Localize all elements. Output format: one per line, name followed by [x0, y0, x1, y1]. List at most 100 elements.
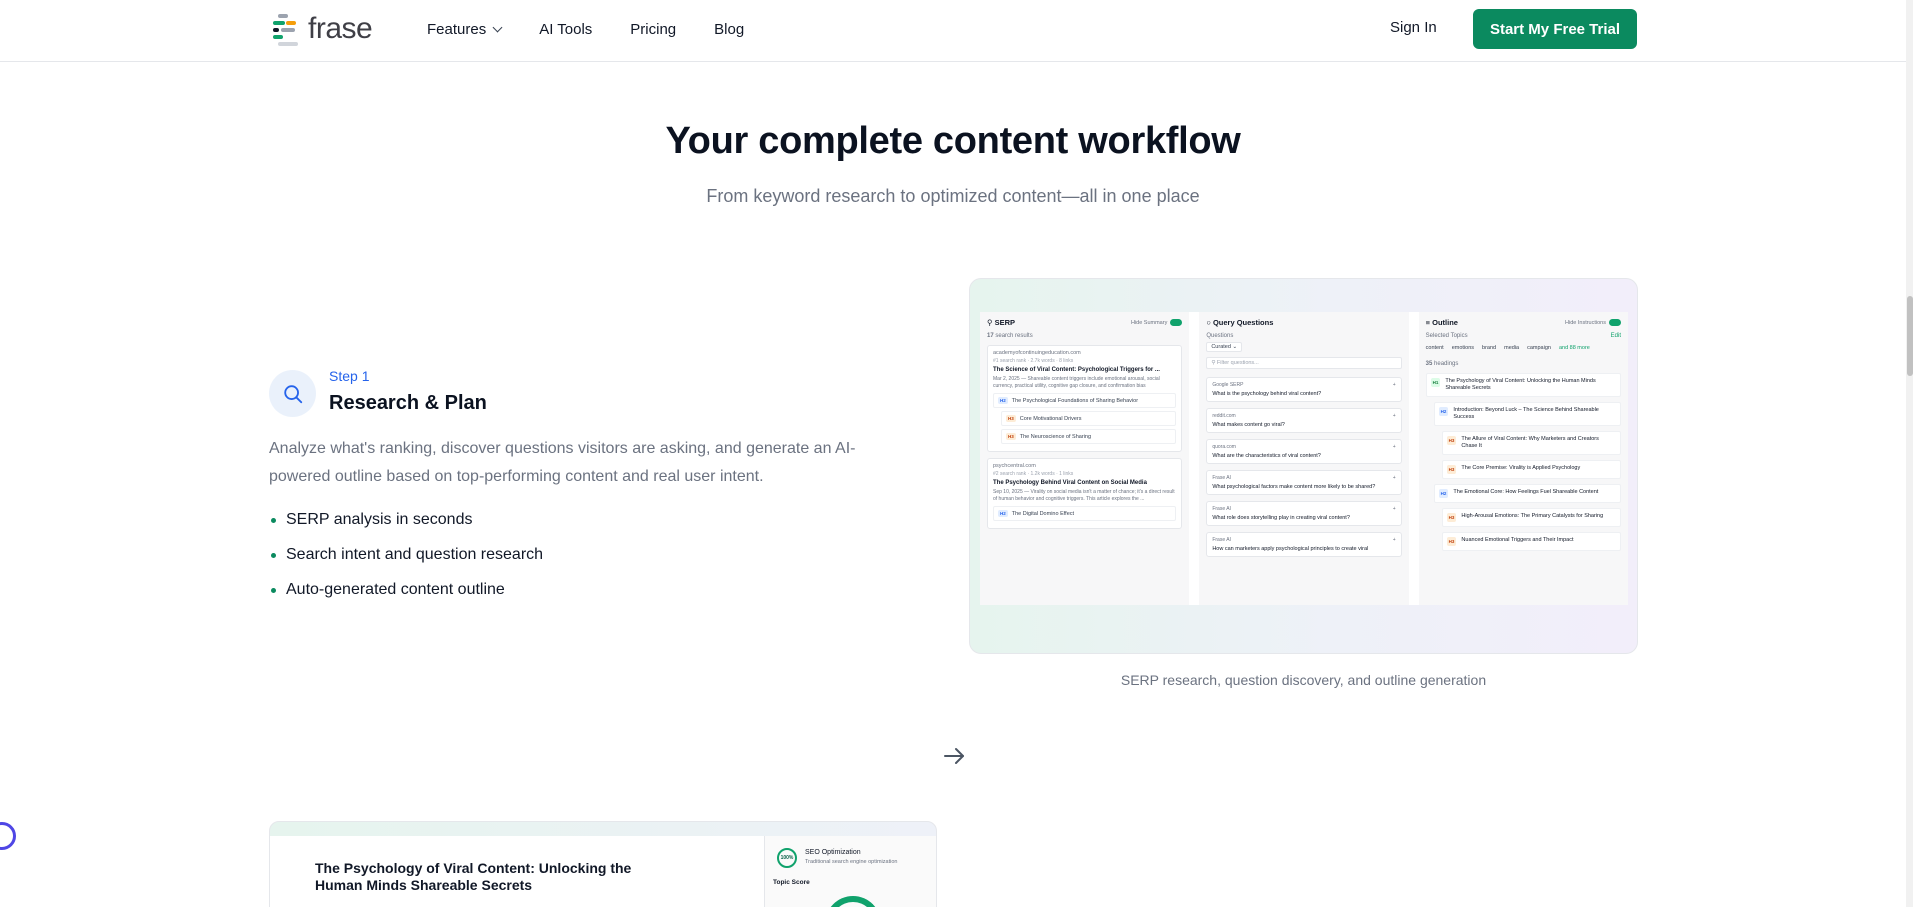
question-item[interactable]: Google SERP + What is the psychology behin…: [1206, 377, 1402, 402]
outline-title: Outline: [1432, 318, 1458, 327]
heading-level-tag: H3: [1446, 513, 1457, 522]
add-icon[interactable]: +: [1393, 506, 1396, 512]
more-topics-link[interactable]: and 88 more: [1559, 345, 1590, 351]
heading-row: H2 The Digital Domino Effect: [993, 506, 1177, 521]
serp-count: 17 search results: [987, 333, 1182, 339]
serp-panel: ⚲ SERP Hide Summary 17 search results ac…: [980, 312, 1190, 605]
serp-count-label: search results: [995, 333, 1033, 339]
heading-level-tag: H2: [1438, 407, 1449, 416]
preview-screenshot: ⚲ SERP Hide Summary 17 search results ac…: [980, 312, 1628, 605]
questions-filter-select[interactable]: Curated ⌄: [1206, 342, 1243, 352]
chevron-down-icon: [492, 22, 503, 32]
headings-count-value: 35: [1425, 361, 1433, 367]
serp-count-value: 17: [987, 333, 994, 339]
outline-row[interactable]: H1 The Psychology of Viral Content: Unloc…: [1425, 373, 1621, 397]
step-description: Analyze what's ranking, discover questio…: [269, 440, 856, 485]
question-text: What are the characteristics of viral co…: [1212, 453, 1321, 459]
outline-text: The Allure of Viral Content: Why Markete…: [1461, 436, 1599, 449]
add-icon[interactable]: +: [1393, 413, 1396, 419]
feature-list: SERP analysis in seconds Search intent a…: [269, 508, 543, 613]
questions-title: Query Questions: [1212, 318, 1274, 327]
nav-blog-label: Blog: [714, 20, 745, 38]
nav-features[interactable]: Features: [427, 20, 503, 38]
topics-label: Selected Topics: [1425, 333, 1468, 339]
add-icon[interactable]: +: [1393, 382, 1396, 388]
result-snippet: Sep 10, 2025 — Virality on social media …: [993, 489, 1175, 502]
start-free-trial-button[interactable]: Start My Free Trial: [1473, 9, 1637, 49]
site-header: frase Features AI Tools Pricing Blog Sig…: [0, 0, 1913, 62]
outline-row[interactable]: H3 The Core Premise: Virality is Applied …: [1441, 460, 1621, 479]
result-meta: #1 search rank · 2.7k words · 8 links: [993, 358, 1074, 364]
serp-result[interactable]: academyofcontinuingeducation.com #1 sear…: [987, 345, 1183, 452]
toggle-switch[interactable]: [1608, 319, 1621, 326]
topic-score-gauge: [825, 896, 881, 907]
section-title: Your complete content workflow: [665, 120, 1241, 162]
add-icon[interactable]: +: [1393, 537, 1396, 543]
result-meta: #2 search rank · 1.2k words · 1 links: [993, 471, 1074, 477]
seo-title: SEO Optimization: [805, 849, 861, 856]
frase-logo-icon: [270, 12, 304, 46]
sign-in-link[interactable]: Sign In: [1390, 19, 1437, 36]
outline-text: The Psychology of Viral Content: Unlocki…: [1445, 378, 1596, 391]
step-label: Step 1: [329, 368, 370, 384]
serp-title: SERP: [994, 318, 1016, 327]
heading-level-tag: H2: [1438, 489, 1449, 498]
scrollbar-track[interactable]: [1906, 0, 1913, 907]
add-icon[interactable]: +: [1393, 475, 1396, 481]
heading-text: The Neuroscience of Sharing: [1019, 433, 1091, 440]
nav-ai-tools-label: AI Tools: [539, 20, 593, 38]
heading-level-tag: H2: [998, 510, 1008, 517]
questions-panel-header: ○ Query Questions: [1206, 318, 1401, 327]
question-item[interactable]: Frase AI + What psychological factors make…: [1206, 470, 1402, 495]
nav-features-label: Features: [427, 20, 487, 38]
outline-row[interactable]: H3 High-Arousal Emotions: The Primary Cat…: [1441, 508, 1621, 527]
outline-row[interactable]: H3 The Allure of Viral Content: Why Marke…: [1441, 431, 1621, 455]
question-item[interactable]: Frase AI + What role does storytelling pla…: [1206, 501, 1402, 526]
question-icon: ○: [1206, 318, 1213, 327]
outline-row[interactable]: H2 Introduction: Beyond Luck – The Scienc…: [1433, 402, 1621, 426]
question-source: Frase AI: [1212, 475, 1231, 481]
edit-topics-link[interactable]: Edit: [1611, 333, 1621, 339]
outline-row[interactable]: H2 The Emotional Core: How Feelings Fuel …: [1433, 484, 1621, 503]
nav-ai-tools[interactable]: AI Tools: [539, 21, 592, 38]
questions-section-label: Questions: [1206, 333, 1234, 339]
scrollbar-thumb[interactable]: [1907, 296, 1913, 376]
heading-text: The Psychological Foundations of Sharing…: [1011, 397, 1139, 404]
question-text: What is the psychology behind viral cont…: [1212, 391, 1322, 397]
outline-row[interactable]: H3 Nuanced Emotional Triggers and Their I…: [1441, 532, 1621, 551]
nav-pricing[interactable]: Pricing: [630, 21, 676, 38]
step-title: Research & Plan: [329, 392, 487, 414]
outline-text: The Emotional Core: How Feelings Fuel Sh…: [1453, 489, 1599, 495]
outline-panel-header: ≡ Outline Hide Instructions: [1426, 318, 1621, 327]
serp-result[interactable]: psychcentral.com #2 search rank · 1.2k w…: [987, 458, 1183, 529]
topic-score-label: Topic Score: [773, 879, 810, 886]
section-subtitle: From keyword research to optimized conte…: [706, 186, 1200, 206]
add-icon[interactable]: +: [1393, 444, 1396, 450]
question-source: quora.com: [1212, 444, 1236, 450]
question-text: What role does storytelling play in crea…: [1212, 515, 1350, 521]
editor-preview-screenshot: The Psychology of Viral Content: Unlocki…: [270, 836, 936, 907]
search-icon: [269, 370, 316, 417]
nav-pricing-label: Pricing: [630, 20, 677, 38]
seo-sidebar: 100% SEO Optimization Traditional search…: [764, 836, 936, 907]
question-item[interactable]: reddit.com + What makes content go viral?: [1206, 408, 1402, 433]
heading-row: H2 The Psychological Foundations of Shari…: [993, 393, 1177, 408]
chat-widget-button[interactable]: [0, 822, 16, 850]
toggle-switch[interactable]: [1170, 319, 1183, 326]
filter-questions-input[interactable]: ⚲ Filter questions...: [1206, 357, 1402, 369]
result-source: psychcentral.com: [993, 463, 1036, 469]
question-item[interactable]: quora.com + What are the characteristics o…: [1206, 439, 1402, 464]
nav-blog[interactable]: Blog: [714, 21, 744, 38]
question-item[interactable]: Frase AI + How can marketers apply psychol…: [1206, 532, 1402, 557]
heading-text: Core Motivational Drivers: [1019, 415, 1082, 422]
result-source: academyofcontinuingeducation.com: [993, 350, 1081, 356]
question-source: Google SERP: [1212, 382, 1244, 388]
frase-logo[interactable]: frase: [270, 12, 373, 46]
result-title: The Science of Viral Content: Psychologi…: [993, 367, 1160, 373]
topic-chips: content emotions brand media campaign an…: [1426, 345, 1621, 351]
outline-text: Introduction: Beyond Luck – The Science …: [1453, 407, 1599, 420]
logo-text: frase: [308, 12, 373, 45]
headings-count: 35 headings: [1426, 361, 1621, 367]
research-preview-card: ⚲ SERP Hide Summary 17 search results ac…: [969, 278, 1638, 654]
preview-caption: SERP research, question discovery, and o…: [1120, 672, 1487, 688]
